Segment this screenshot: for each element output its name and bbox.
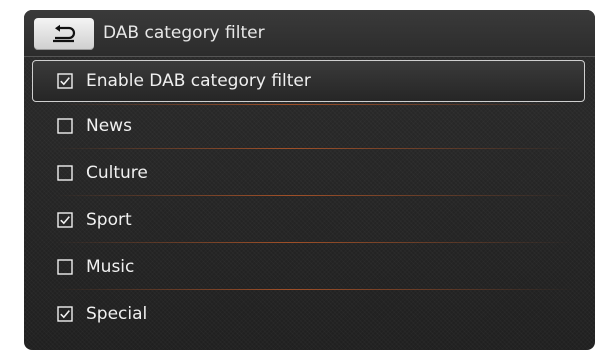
list-item-label: Culture bbox=[86, 162, 148, 183]
list-item-sport[interactable]: Sport bbox=[24, 196, 595, 243]
checkbox-unchecked-icon[interactable] bbox=[57, 258, 73, 275]
checkbox-checked-icon[interactable] bbox=[57, 305, 73, 322]
list-item-label: Enable DAB category filter bbox=[86, 71, 311, 91]
back-button[interactable] bbox=[34, 18, 94, 50]
category-list: Enable DAB category filter News Culture … bbox=[24, 57, 595, 337]
list-item-label: Special bbox=[86, 303, 148, 324]
page-title: DAB category filter bbox=[103, 23, 265, 43]
list-item-label: Sport bbox=[86, 209, 132, 230]
list-item-special[interactable]: Special bbox=[24, 290, 595, 337]
list-item-label: News bbox=[86, 115, 132, 136]
checkbox-unchecked-icon[interactable] bbox=[57, 117, 73, 134]
list-item-culture[interactable]: Culture bbox=[24, 149, 595, 196]
checkbox-unchecked-icon[interactable] bbox=[57, 164, 73, 181]
list-item-music[interactable]: Music bbox=[24, 243, 595, 290]
checkbox-checked-icon[interactable] bbox=[57, 211, 73, 228]
list-item-news[interactable]: News bbox=[24, 102, 595, 149]
list-item-label: Music bbox=[86, 256, 135, 277]
screen: DAB category filter Enable DAB category … bbox=[24, 10, 595, 350]
back-arrow-icon bbox=[53, 24, 76, 43]
list-item-enable-filter[interactable]: Enable DAB category filter bbox=[32, 60, 585, 105]
header-bar: DAB category filter bbox=[24, 10, 595, 57]
checkbox-checked-icon[interactable] bbox=[57, 73, 73, 89]
